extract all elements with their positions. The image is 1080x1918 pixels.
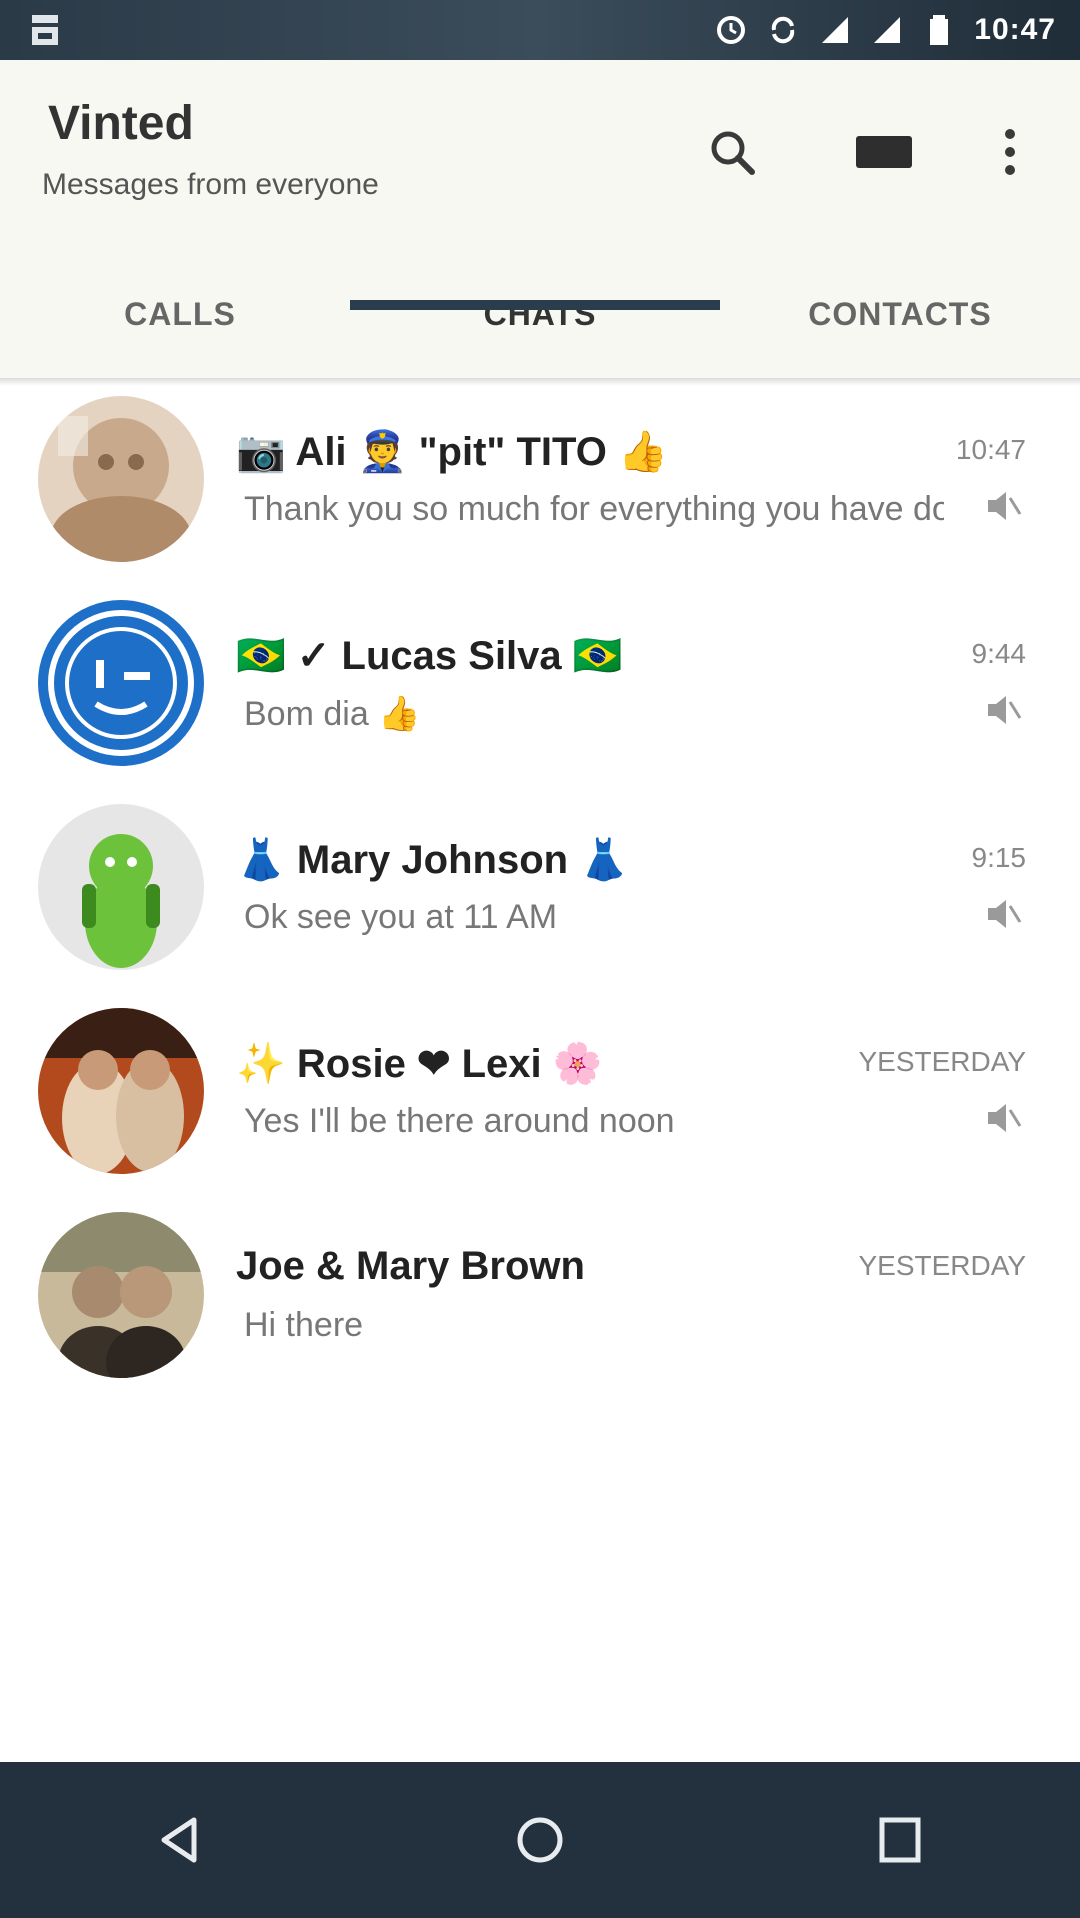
signal-icon — [822, 17, 849, 43]
chat-name: 🇧🇷 ✓ Lucas Silva 🇧🇷 — [236, 634, 623, 678]
data-sync-icon — [772, 16, 795, 44]
status-time: 10:47 — [974, 13, 1056, 46]
home-icon[interactable] — [480, 1780, 600, 1900]
chat-row[interactable]: 👗 Mary Johnson 👗 Ok see you at 11 AM 9:1… — [0, 794, 1080, 998]
app-subtitle: Messages from everyone — [42, 168, 379, 201]
muted-icon — [988, 900, 1022, 928]
status-right: 10:47 — [714, 13, 1056, 47]
app-bar: Vinted Messages from everyone CALLS CHAT… — [0, 60, 1080, 378]
tab-chats[interactable]: CHATS — [360, 250, 720, 378]
avatar-photo — [38, 1212, 204, 1378]
chat-row[interactable]: ✨ Rosie ❤ Lexi 🌸 Yes I'll be there aroun… — [0, 998, 1080, 1202]
alarm-icon — [717, 16, 746, 44]
tab-contacts[interactable]: CONTACTS — [720, 250, 1080, 378]
avatar-photo — [38, 600, 204, 766]
chat-time: 9:44 — [971, 638, 1027, 669]
chat-list: 📷 Ali 👮 "pit" TITO 👍 Thank you so much f… — [0, 386, 1080, 1406]
muted-icon — [988, 492, 1022, 520]
search-icon[interactable] — [700, 120, 764, 184]
chat-time: YESTERDAY — [858, 1046, 1026, 1077]
app-title: Vinted — [48, 97, 194, 150]
chat-row[interactable]: Joe & Mary Brown Hi there YESTERDAY — [0, 1202, 1080, 1406]
avatar[interactable] — [38, 1008, 204, 1174]
muted-icon — [988, 1104, 1022, 1132]
notification-icon — [32, 15, 58, 45]
avatar[interactable] — [38, 804, 204, 970]
avatar-photo — [38, 804, 204, 970]
chat-row[interactable]: 📷 Ali 👮 "pit" TITO 👍 Thank you so much f… — [0, 386, 1080, 590]
signal-icon-2 — [874, 17, 901, 43]
navigation-bar — [0, 1762, 1080, 1918]
tab-bar: CALLS CHATS CONTACTS — [0, 250, 1080, 378]
chat-time: 9:15 — [971, 842, 1027, 873]
chat-last-message: Ok see you at 11 AM — [244, 898, 558, 936]
muted-icon — [988, 696, 1022, 724]
active-tab-indicator — [350, 300, 720, 310]
tab-calls[interactable]: CALLS — [0, 250, 360, 378]
chat-row[interactable]: 🇧🇷 ✓ Lucas Silva 🇧🇷 Bom dia 👍 9:44 — [0, 590, 1080, 794]
recents-icon[interactable] — [840, 1780, 960, 1900]
new-chat-icon[interactable] — [852, 120, 916, 184]
avatar-photo — [38, 396, 204, 562]
back-icon[interactable] — [120, 1780, 240, 1900]
chat-last-message: Hi there — [244, 1306, 364, 1344]
chat-name: ✨ Rosie ❤ Lexi 🌸 — [236, 1042, 603, 1086]
avatar[interactable] — [38, 396, 204, 562]
chat-name: 👗 Mary Johnson 👗 — [236, 838, 629, 882]
avatar[interactable] — [38, 1212, 204, 1378]
status-left — [28, 13, 62, 47]
chat-name: 📷 Ali 👮 "pit" TITO 👍 — [236, 430, 668, 474]
phone-screen: 10:47 Vinted Messages from everyone CALL… — [0, 0, 1080, 1918]
chat-last-message: Yes I'll be there around noon — [244, 1102, 675, 1140]
avatar[interactable] — [38, 600, 204, 766]
chat-last-message: Thank you so much for everything you hav… — [244, 490, 944, 528]
chat-name: Joe & Mary Brown — [236, 1244, 585, 1288]
app-bar-shadow — [0, 378, 1080, 386]
chat-time: YESTERDAY — [858, 1250, 1026, 1281]
status-bar: 10:47 — [0, 0, 1080, 60]
battery-icon — [930, 15, 949, 45]
chat-time: 10:47 — [955, 434, 1026, 465]
overflow-menu-icon[interactable] — [978, 120, 1042, 184]
chat-last-message: Bom dia 👍 — [244, 695, 421, 733]
avatar-photo — [38, 1008, 204, 1174]
